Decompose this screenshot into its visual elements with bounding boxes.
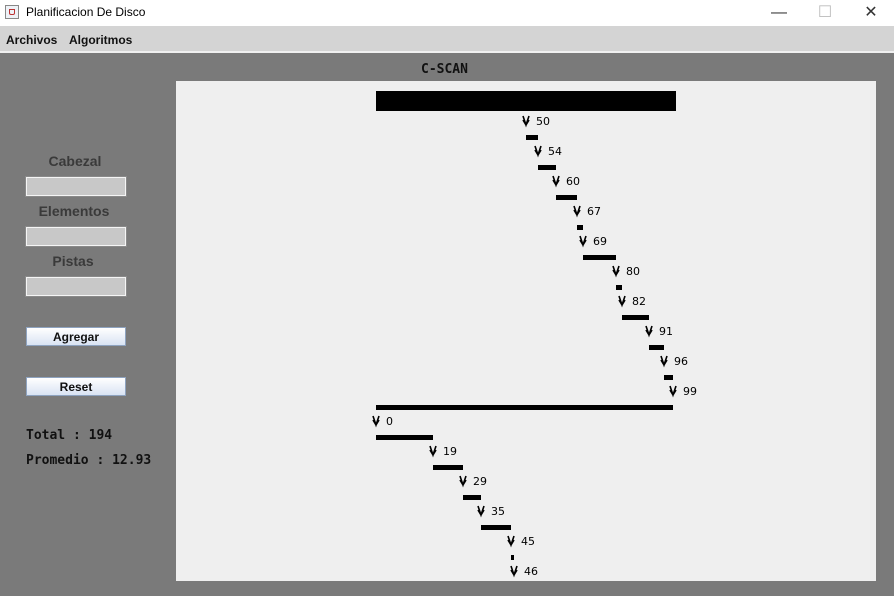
arrow-down-icon (660, 355, 668, 368)
arrow-down-icon (534, 145, 542, 158)
arrow-down-icon (459, 475, 467, 488)
arrow-down-icon (669, 385, 677, 398)
track-label: 80 (626, 265, 640, 278)
seek-segment (649, 345, 664, 350)
arrow-down-icon (507, 535, 515, 548)
reset-button[interactable]: Reset (26, 377, 126, 396)
promedio-text: Promedio : 12.93 (26, 453, 152, 468)
menu-algoritmos[interactable]: Algoritmos (69, 33, 132, 47)
seek-segment (538, 165, 556, 170)
minimize-button[interactable]: — (756, 0, 802, 26)
seek-segment (511, 555, 514, 560)
arrow-down-icon (645, 325, 653, 338)
head-bar (376, 91, 676, 111)
cabezal-input[interactable] (25, 176, 127, 197)
track-label: 29 (473, 475, 487, 488)
java-app-icon (5, 5, 19, 19)
track-label: 45 (521, 535, 535, 548)
track-label: 0 (386, 415, 393, 428)
algorithm-title: C-SCAN (421, 62, 468, 77)
arrow-down-icon (510, 565, 518, 578)
track-label: 67 (587, 205, 601, 218)
seek-segment (556, 195, 577, 200)
seek-segment (577, 225, 583, 230)
seek-segment (622, 315, 649, 320)
arrow-down-icon (618, 295, 626, 308)
menu-archivos[interactable]: Archivos (6, 33, 57, 47)
elementos-label: Elementos (38, 203, 110, 219)
arrow-down-icon (579, 235, 587, 248)
title-bar: Planificacion De Disco — ☐ ✕ (0, 0, 894, 26)
track-label: 99 (683, 385, 697, 398)
arrow-down-icon (477, 505, 485, 518)
track-label: 46 (524, 565, 538, 578)
track-label: 50 (536, 115, 550, 128)
maximize-button[interactable]: ☐ (802, 0, 848, 26)
seek-segment (664, 375, 673, 380)
cabezal-label: Cabezal (48, 153, 102, 169)
seek-segment (616, 285, 622, 290)
arrow-down-icon (372, 415, 380, 428)
window-title: Planificacion De Disco (26, 5, 146, 19)
track-label: 54 (548, 145, 562, 158)
arrow-down-icon (573, 205, 581, 218)
pistas-input[interactable] (25, 276, 127, 297)
arrow-down-icon (552, 175, 560, 188)
arrow-down-icon (612, 265, 620, 278)
track-label: 82 (632, 295, 646, 308)
agregar-button[interactable]: Agregar (26, 327, 126, 346)
seek-segment (463, 495, 481, 500)
seek-segment (583, 255, 616, 260)
track-label: 35 (491, 505, 505, 518)
track-label: 96 (674, 355, 688, 368)
seek-segment (376, 435, 433, 440)
close-button[interactable]: ✕ (848, 0, 894, 26)
menu-bar: Archivos Algoritmos (0, 26, 894, 53)
elementos-input[interactable] (25, 226, 127, 247)
track-label: 69 (593, 235, 607, 248)
track-label: 19 (443, 445, 457, 458)
pistas-label: Pistas (52, 253, 94, 269)
track-label: 91 (659, 325, 673, 338)
track-label: 60 (566, 175, 580, 188)
arrow-down-icon (522, 115, 530, 128)
total-text: Total : 194 (26, 428, 113, 443)
seek-segment (526, 135, 538, 140)
seek-segment (433, 465, 463, 470)
disk-schedule-panel: 50 54 60 67 69 80 82 91 96 99 0 19 29 35 45 46 (176, 81, 876, 581)
seek-segment (376, 405, 673, 410)
disk-schedule-chart: 50 54 60 67 69 80 82 91 96 99 0 19 29 35 45 46 (372, 91, 697, 578)
arrow-down-icon (429, 445, 437, 458)
seek-segment (481, 525, 511, 530)
